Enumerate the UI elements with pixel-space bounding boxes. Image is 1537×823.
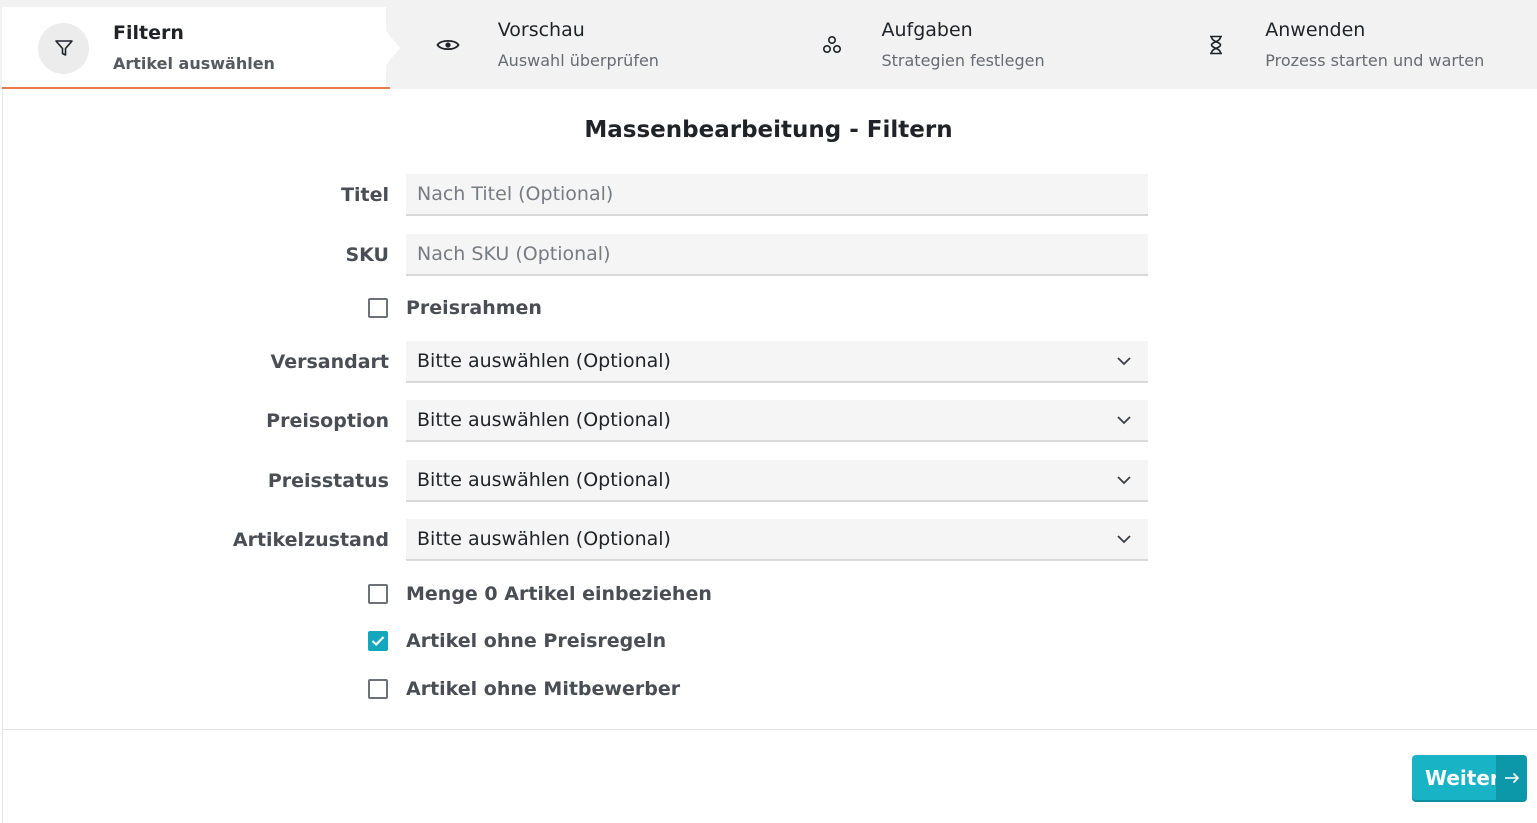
chevron-down-icon [1117,476,1131,485]
price-status-select[interactable]: Bitte auswählen (Optional) [406,460,1148,502]
price-status-select-value: Bitte auswählen (Optional) [417,469,671,491]
checkmark-icon [371,636,385,647]
shipping-select[interactable]: Bitte auswählen (Optional) [406,341,1148,383]
price-range-label: Preisrahmen [406,297,542,319]
title-input[interactable] [406,174,1148,216]
price-status-label: Preisstatus [267,470,389,492]
include-zero-label: Menge 0 Artikel einbeziehen [406,583,712,605]
eye-icon [423,19,474,70]
filter-icon [38,22,89,74]
arrow-right-icon [1496,755,1527,800]
next-button[interactable]: Weiter [1412,755,1527,800]
step-subtitle: Strategien festlegen [881,50,1045,70]
step-subtitle: Artikel auswählen [113,54,275,73]
no-price-rules-label: Artikel ohne Preisregeln [406,630,667,652]
include-zero-checkbox-row[interactable]: Menge 0 Artikel einbeziehen [368,582,712,606]
stepper: Filtern Artikel auswählen Vorschau Auswa… [0,0,1537,89]
sku-input[interactable] [406,234,1148,276]
sku-row: SKU [0,234,1537,276]
price-status-row: Preisstatus Bitte auswählen (Optional) [0,460,1537,502]
next-button-label: Weiter [1425,765,1500,790]
hourglass-icon [1190,19,1241,70]
step-anwenden[interactable]: Anwenden Prozess starten und warten [1153,0,1537,89]
title-row: Titel [0,174,1537,216]
step-vorschau[interactable]: Vorschau Auswahl überprüfen [386,0,770,89]
price-option-select[interactable]: Bitte auswählen (Optional) [406,400,1148,442]
no-price-rules-checkbox[interactable] [368,631,388,651]
chevron-down-icon [1117,416,1131,425]
price-range-checkbox-row[interactable]: Preisrahmen [368,296,542,320]
price-range-checkbox[interactable] [368,298,388,318]
step-filtern[interactable]: Filtern Artikel auswählen [2,7,400,89]
step-subtitle: Auswahl überprüfen [497,50,659,70]
no-price-rules-checkbox-row[interactable]: Artikel ohne Preisregeln [368,629,666,653]
step-aufgaben[interactable]: Aufgaben Strategien festlegen [769,0,1153,89]
shipping-row: Versandart Bitte auswählen (Optional) [0,341,1537,383]
condition-label: Artikelzustand [232,529,389,551]
no-competitors-checkbox[interactable] [368,679,388,699]
shipping-label: Versandart [270,351,389,373]
tasks-icon [806,19,857,70]
page-title: Massenbearbeitung - Filtern [584,117,953,143]
chevron-down-icon [1117,357,1131,366]
step-title: Filtern [113,22,184,44]
no-competitors-label: Artikel ohne Mitbewerber [406,678,681,700]
step-title: Aufgaben [881,18,973,41]
condition-select-value: Bitte auswählen (Optional) [417,528,671,550]
sku-label: SKU [345,244,389,266]
include-zero-checkbox[interactable] [368,584,388,604]
no-competitors-checkbox-row[interactable]: Artikel ohne Mitbewerber [368,677,680,701]
price-option-label: Preisoption [266,410,389,432]
price-option-row: Preisoption Bitte auswählen (Optional) [0,400,1537,442]
shipping-select-value: Bitte auswählen (Optional) [417,350,671,372]
step-title: Anwenden [1265,18,1366,41]
step-title: Vorschau [497,18,585,41]
step-subtitle: Prozess starten und warten [1265,50,1485,70]
title-label: Titel [341,184,389,206]
price-option-select-value: Bitte auswählen (Optional) [417,409,671,431]
chevron-down-icon [1117,535,1131,544]
condition-select[interactable]: Bitte auswählen (Optional) [406,519,1148,561]
condition-row: Artikelzustand Bitte auswählen (Optional… [0,519,1537,561]
active-step-underline [2,87,390,89]
footer-divider [2,729,1537,730]
